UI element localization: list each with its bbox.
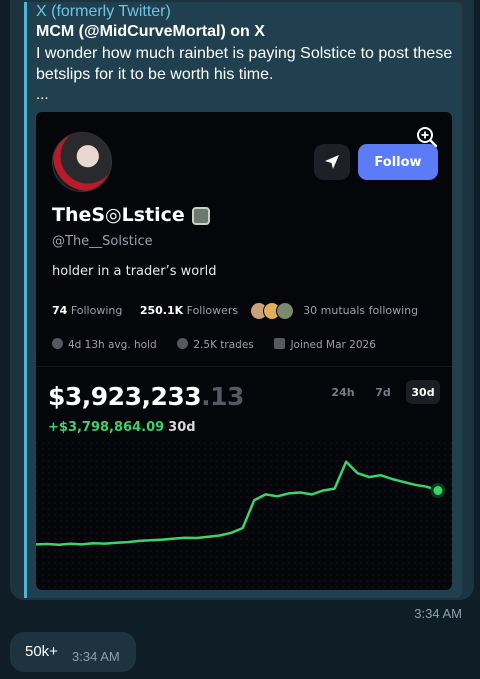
- embedded-profile-image[interactable]: Follow TheS◎Lstice @The__Solstice holder…: [36, 112, 452, 590]
- reply-timestamp: 3:34 AM: [72, 649, 120, 664]
- preview-ellipsis: ...: [36, 86, 49, 103]
- follow-button[interactable]: Follow: [358, 144, 438, 180]
- following-count[interactable]: 74: [52, 304, 67, 317]
- coin-icon: [177, 338, 189, 349]
- pnl-current-point: [430, 483, 446, 499]
- preview-description: I wonder how much rainbet is paying Sols…: [36, 45, 453, 83]
- profile-meta: 4d 13h avg. hold 2.5K trades Joined Mar …: [52, 338, 376, 351]
- range-tab-24h[interactable]: 24h: [326, 380, 360, 404]
- message-timestamp: 3:34 AM: [414, 606, 462, 621]
- follow-stats: 74 Following 250.1K Followers 30 mutuals…: [52, 302, 418, 320]
- avg-hold: 4d 13h avg. hold: [68, 339, 157, 351]
- range-tab-7d[interactable]: 7d: [366, 380, 400, 404]
- send-message-button[interactable]: [314, 144, 350, 180]
- calendar-icon: [274, 338, 286, 349]
- followers-label[interactable]: Followers: [187, 304, 239, 317]
- reply-text: 50k+: [25, 643, 58, 660]
- range-tab-30d[interactable]: 30d: [406, 380, 440, 404]
- profile-bio: holder in a trader’s world: [52, 264, 217, 279]
- following-label[interactable]: Following: [71, 304, 123, 317]
- preview-site-name[interactable]: X (formerly Twitter): [36, 3, 171, 21]
- chart-background: [36, 442, 452, 590]
- paper-plane-icon: [325, 155, 339, 169]
- pnl-line-chart: [36, 442, 452, 590]
- avatar: [52, 132, 112, 192]
- mutual-avatars: [249, 302, 296, 320]
- pnl-period: 30d: [168, 420, 196, 435]
- balance-main: $3,923,233: [48, 382, 202, 411]
- preview-author[interactable]: MCM (@MidCurveMortal) on X: [36, 23, 265, 41]
- followers-count[interactable]: 250.1K: [140, 304, 183, 317]
- balance-decimals: .13: [201, 382, 244, 411]
- joined-date: Joined Mar 2026: [290, 339, 376, 351]
- section-divider: [36, 366, 452, 367]
- pnl-row: +$3,798,864.09 30d: [48, 420, 196, 435]
- display-name: TheS◎Lstice: [52, 204, 185, 226]
- range-tabs: 24h 7d 30d: [326, 380, 440, 404]
- profile-handle: @The__Solstice: [52, 234, 153, 249]
- mutuals-label[interactable]: 30 mutuals following: [303, 304, 418, 317]
- pnl-value: +$3,798,864.09: [48, 420, 165, 435]
- trades-count: 2.5K trades: [193, 339, 254, 351]
- portfolio-balance: $3,923,233.13: [48, 382, 244, 411]
- clock-icon: [52, 338, 63, 349]
- badge-icon: [192, 207, 210, 225]
